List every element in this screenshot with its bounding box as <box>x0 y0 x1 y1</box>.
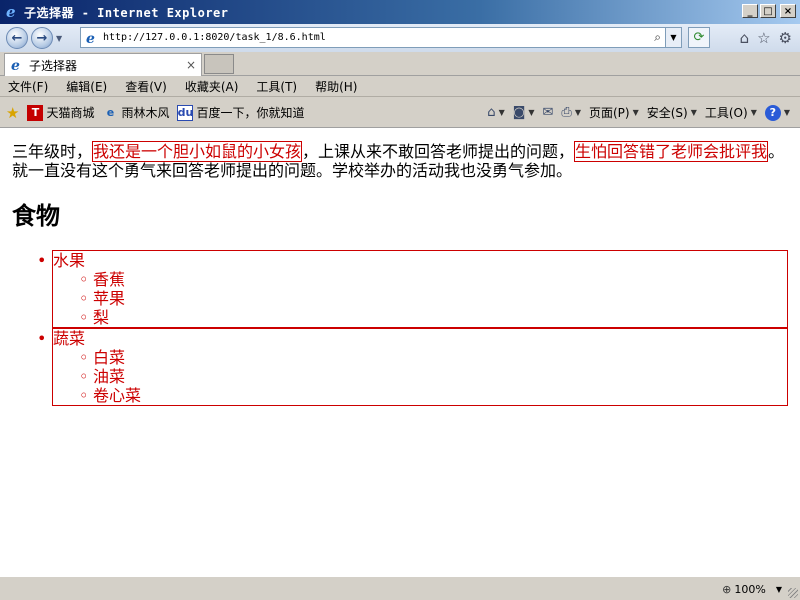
list-item: 油菜 <box>79 367 787 386</box>
browser-icons: ⌂ ☆ ⚙ <box>740 29 792 47</box>
home-icon[interactable]: ⌂ <box>740 29 750 47</box>
forward-button[interactable]: → <box>31 27 53 49</box>
favorite-label: 天猫商城 <box>46 106 95 120</box>
list-item: 白菜 <box>79 348 787 367</box>
help-icon: ? <box>764 104 781 121</box>
safety-menu[interactable]: 安全(S) ▼ <box>647 104 697 121</box>
ie-page-icon: e <box>11 58 20 73</box>
menu-edit[interactable]: 编辑(E) <box>64 78 109 95</box>
print-command[interactable]: ⎙ ▼ <box>561 105 581 120</box>
recent-pages-dropdown[interactable]: ▼ <box>56 34 66 43</box>
close-window-button[interactable]: × <box>780 4 796 18</box>
ie-logo-icon: e <box>6 4 16 20</box>
gear-icon[interactable]: ⚙ <box>779 29 792 47</box>
close-tab-icon[interactable]: × <box>186 58 196 72</box>
list-item: 卷心菜 <box>79 386 787 405</box>
zoom-dropdown-icon[interactable]: ▼ <box>776 585 782 594</box>
baidu-icon: du <box>177 104 194 121</box>
tab-strip: e 子选择器 × <box>0 52 800 76</box>
address-dropdown[interactable]: ▼ <box>665 28 681 47</box>
favorites-add-star-icon[interactable]: ★ <box>6 104 19 122</box>
group-label: 水果 <box>53 251 86 270</box>
menu-tools[interactable]: 工具(T) <box>254 78 299 95</box>
food-heading: 食物 <box>12 201 60 230</box>
paragraph-text: ，上课从来不敢回答老师提出的问题， <box>302 142 575 161</box>
printer-icon: ⎙ <box>561 105 572 120</box>
resize-grip[interactable] <box>788 588 798 598</box>
new-tab-button[interactable] <box>204 54 234 74</box>
list-item-vegetable: 蔬菜 白菜 油菜 卷心菜 <box>37 328 788 406</box>
window-title: 子选择器 - Internet Explorer <box>24 5 229 20</box>
feeds-command[interactable]: ◙ ▼ <box>513 105 535 120</box>
minimize-button[interactable]: _ <box>742 4 758 18</box>
url-text[interactable]: http://127.0.0.1:8020/task_1/8.6.html <box>103 32 326 43</box>
vegetable-sublist: 白菜 油菜 卷心菜 <box>79 348 787 405</box>
highlighted-span: 我还是一个胆小如鼠的小女孩 <box>92 141 303 162</box>
rss-feed-icon: ◙ <box>512 105 526 120</box>
page-menu-label: 页面(P) <box>588 106 630 120</box>
page-menu[interactable]: 页面(P) ▼ <box>589 104 639 121</box>
home-command[interactable]: ⌂ ▼ <box>487 105 504 120</box>
svg-text:e: e <box>86 31 95 46</box>
svg-text:e: e <box>6 4 16 20</box>
mail-icon: ✉ <box>542 105 554 120</box>
search-icon[interactable]: ⌕ <box>654 30 661 45</box>
window-controls: _ □ × <box>742 4 796 18</box>
back-button[interactable]: ← <box>6 27 28 49</box>
fruit-sublist: 香蕉 苹果 梨 <box>79 270 787 327</box>
paragraph-text: 三年级时， <box>12 142 93 161</box>
favorite-link-baidu[interactable]: du 百度一下，你就知道 <box>177 104 305 121</box>
menu-help[interactable]: 帮助(H) <box>313 78 359 95</box>
highlighted-span: 生怕回答错了老师会批评我 <box>574 141 769 162</box>
address-bar[interactable]: e http://127.0.0.1:8020/task_1/8.6.html … <box>80 27 682 48</box>
menu-file[interactable]: 文件(F) <box>6 78 50 95</box>
safety-menu-label: 安全(S) <box>646 106 688 120</box>
tools-menu-label: 工具(O) <box>704 106 748 120</box>
arrow-right-icon: → <box>36 30 48 46</box>
refresh-button[interactable]: ⟳ <box>688 27 710 48</box>
home-icon: ⌂ <box>487 105 496 120</box>
group-label: 蔬菜 <box>53 329 86 348</box>
menu-favorites[interactable]: 收藏夹(A) <box>183 78 241 95</box>
list-item-fruit: 水果 香蕉 苹果 梨 <box>37 250 788 328</box>
favorites-star-icon[interactable]: ☆ <box>757 29 770 47</box>
ie-page-icon: e <box>86 31 95 46</box>
maximize-button[interactable]: □ <box>760 4 776 18</box>
menu-view[interactable]: 查看(V) <box>123 78 169 95</box>
status-bar: ⊕ 100% ▼ <box>0 576 800 600</box>
ie-page-icon: e <box>106 106 115 119</box>
favorite-link-tmall[interactable]: T 天猫商城 <box>27 104 94 121</box>
favorite-label: 百度一下，你就知道 <box>196 106 305 120</box>
mail-command[interactable]: ✉ <box>543 105 554 120</box>
list-item: 梨 <box>79 308 787 327</box>
zoom-control[interactable]: ⊕ 100% ▼ <box>722 580 782 598</box>
command-bar: ⌂ ▼ ◙ ▼ ✉ ⎙ ▼ 页面(P) ▼ 安全(S) ▼ 工具(O) ▼ ? ▼ <box>479 104 790 121</box>
svg-text:e: e <box>11 58 20 73</box>
favorite-link-yulin[interactable]: e 雨林木风 <box>102 104 170 121</box>
arrow-left-icon: ← <box>11 30 23 46</box>
tools-menu[interactable]: 工具(O) ▼ <box>705 104 757 121</box>
address-toolbar: ← → ▼ e http://127.0.0.1:8020/task_1/8.6… <box>0 24 800 52</box>
menu-bar: 文件(F) 编辑(E) 查看(V) 收藏夹(A) 工具(T) 帮助(H) <box>0 77 800 97</box>
list-item: 苹果 <box>79 289 787 308</box>
tab-active[interactable]: e 子选择器 × <box>4 53 202 76</box>
tab-label: 子选择器 <box>29 58 78 73</box>
tmall-icon: T <box>27 104 44 121</box>
help-menu[interactable]: ? ▼ <box>764 104 790 121</box>
list-item: 香蕉 <box>79 270 787 289</box>
intro-paragraph: 三年级时，我还是一个胆小如鼠的小女孩，上课从来不敢回答老师提出的问题，生怕回答错… <box>12 141 788 180</box>
refresh-icon: ⟳ <box>693 30 705 45</box>
title-bar: e 子选择器 - Internet Explorer _ □ × <box>0 0 800 24</box>
favorites-bar: ★ T 天猫商城 e 雨林木风 du 百度一下，你就知道 ⌂ ▼ ◙ ▼ ✉ ⎙ ▼ … <box>0 98 800 128</box>
zoom-magnifier-icon: ⊕ <box>722 582 732 596</box>
page-content: 三年级时，我还是一个胆小如鼠的小女孩，上课从来不敢回答老师提出的问题，生怕回答错… <box>0 128 800 576</box>
zoom-level: 100% <box>734 582 766 596</box>
favorite-label: 雨林木风 <box>121 106 170 120</box>
food-list: 水果 香蕉 苹果 梨 蔬菜 白菜 油菜 卷心菜 <box>37 250 788 406</box>
